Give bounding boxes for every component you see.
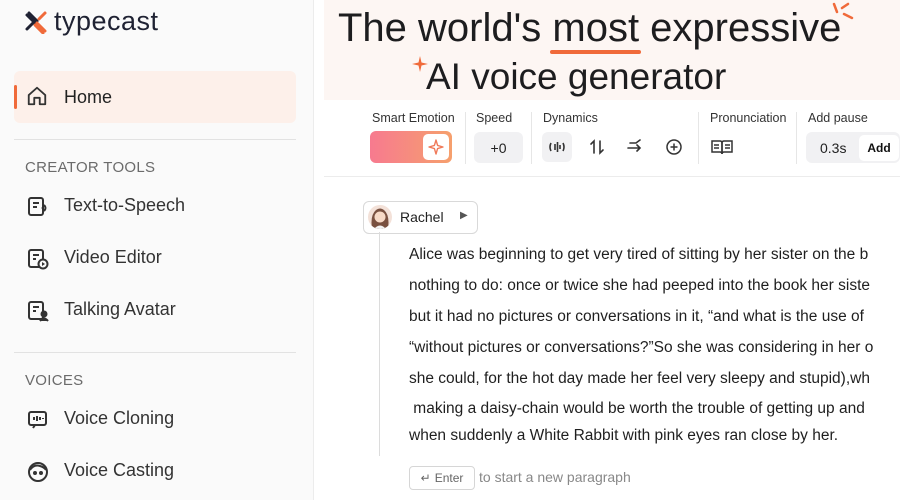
speed-label: Speed [476,111,513,125]
hero-text: The world's [338,6,553,50]
paragraph-guide-line [379,232,380,456]
video-editor-icon [26,247,50,276]
pronunciation-label: Pronunciation [710,111,787,125]
text-line[interactable]: Alice was beginning to get very tired of… [409,246,868,264]
toolbar-separator [465,112,466,164]
smart-emotion-label: Smart Emotion [372,111,455,125]
hero-banner: The world's most expressive AI voice gen… [324,0,900,100]
smart-emotion-slider[interactable] [370,131,452,163]
dynamics-updown-button[interactable] [586,136,608,158]
arrows-up-down-icon [590,139,604,155]
tts-icon [26,195,50,224]
add-pause-label: Add pause [808,111,868,125]
sparkle-icon [428,139,444,155]
arrow-merge-icon [627,139,642,152]
active-indicator [14,85,17,109]
sidebar-item-home[interactable]: Home [14,71,296,123]
play-caret-icon[interactable]: ▶ [460,210,468,221]
speaker-selector[interactable]: Rachel ▶ [363,201,478,234]
section-title-creator-tools: CREATOR TOOLS [25,159,156,176]
hero-headline-line1: The world's most expressive [338,6,841,51]
pronunciation-button[interactable] [711,136,733,158]
dynamics-auto-icon [549,142,565,152]
talking-avatar-icon [26,299,50,328]
plus-circle-icon [666,139,682,155]
text-line[interactable]: making a daisy-chain would be worth the … [409,400,865,418]
sidebar-item-text-to-speech[interactable]: Text-to-Speech [14,186,296,226]
sidebar-item-label: Talking Avatar [64,299,176,319]
divider [14,139,296,140]
dynamics-auto-button[interactable] [542,132,572,162]
dynamics-merge-button[interactable] [624,136,646,158]
sidebar-item-talking-avatar[interactable]: Talking Avatar [14,290,296,330]
toolbar-separator [531,112,532,164]
add-pause-button[interactable]: Add [859,135,899,161]
home-icon [26,85,48,112]
sidebar-item-voice-casting[interactable]: Voice Casting [14,451,296,491]
text-line[interactable]: when suddenly a White Rabbit with pink e… [409,427,838,445]
logo-text: typecast [54,6,159,36]
sidebar-item-label: Text-to-Speech [64,195,186,215]
hero-headline-line2: AI voice generator [426,56,727,97]
smart-emotion-knob[interactable] [423,134,449,160]
dynamics-label: Dynamics [543,111,598,125]
sidebar-item-label: Voice Casting [64,460,175,480]
book-icon [711,140,733,155]
text-line[interactable]: she could, for the hot day made her feel… [409,370,870,388]
enter-key-label: Enter [434,471,464,485]
hero-text: expressive [639,6,842,50]
hero-emphasis: most [552,6,640,50]
sparkle-accent-icon [832,2,854,20]
sidebar-item-voice-cloning[interactable]: Voice Cloning [14,399,296,439]
text-line[interactable]: “without pictures or conversations?”So s… [409,339,873,357]
sidebar-item-video-editor[interactable]: Video Editor [14,238,296,278]
enter-key-badge: ↵ Enter [409,466,475,490]
toolbar-separator [698,112,699,164]
sidebar-item-label: Voice Cloning [64,408,175,428]
text-line[interactable]: nothing to do: once or twice she had pee… [409,277,870,295]
speaker-avatar [368,205,392,229]
dynamics-add-button[interactable] [663,136,685,158]
speed-value[interactable]: +0 [474,132,523,163]
sidebar: typecast Home CREATOR TOOLS Text-to-Spee… [0,0,314,500]
sidebar-item-label: Home [64,87,113,107]
enter-arrow-icon: ↵ [420,471,431,485]
typecast-logo-icon [25,11,47,34]
sidebar-item-label: Video Editor [64,247,162,267]
section-title-voices: VOICES [25,372,84,389]
pause-value-text: 0.3s [820,139,847,156]
voice-casting-icon [26,460,50,489]
divider [14,352,296,353]
voice-cloning-icon [26,408,50,437]
toolbar-separator [796,112,797,164]
voice-toolbar: Smart Emotion Speed +0 Dynamics Pronunci… [324,100,900,177]
typecast-logo[interactable]: typecast [24,6,159,37]
speaker-name: Rachel [400,209,444,225]
enter-hint-text: to start a new paragraph [479,469,631,485]
text-line[interactable]: but it had no pictures or conversations … [409,308,864,326]
